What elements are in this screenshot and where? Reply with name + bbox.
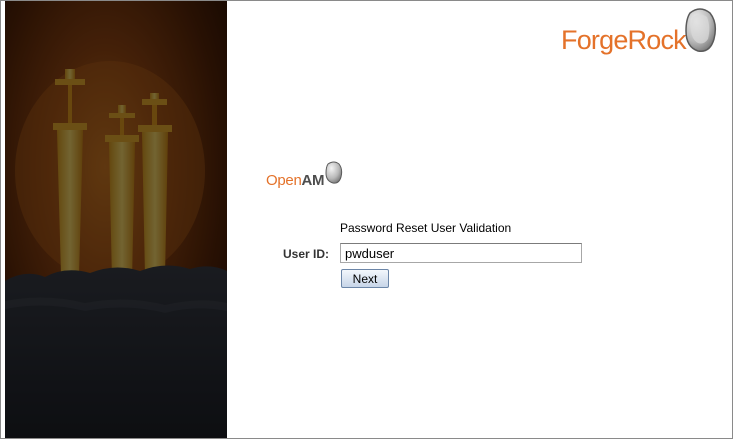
openam-wordmark-am: AM: [301, 172, 325, 189]
next-button[interactable]: Next: [341, 269, 389, 288]
forgerock-wordmark: ForgeRock: [561, 25, 687, 55]
forgerock-rock-icon: [685, 7, 718, 60]
login-page: ForgeRock Open AM Password Reset User Va…: [0, 0, 733, 439]
user-id-label: User ID:: [283, 247, 330, 261]
openam-wordmark-open: Open: [266, 172, 302, 189]
user-id-input[interactable]: [340, 243, 582, 263]
openam-rock-icon: [324, 161, 343, 190]
swords-artwork: [5, 1, 227, 438]
openam-logo: Open AM: [266, 161, 343, 190]
form-title: Password Reset User Validation: [340, 221, 512, 235]
forgerock-logo: ForgeRock: [561, 7, 718, 61]
